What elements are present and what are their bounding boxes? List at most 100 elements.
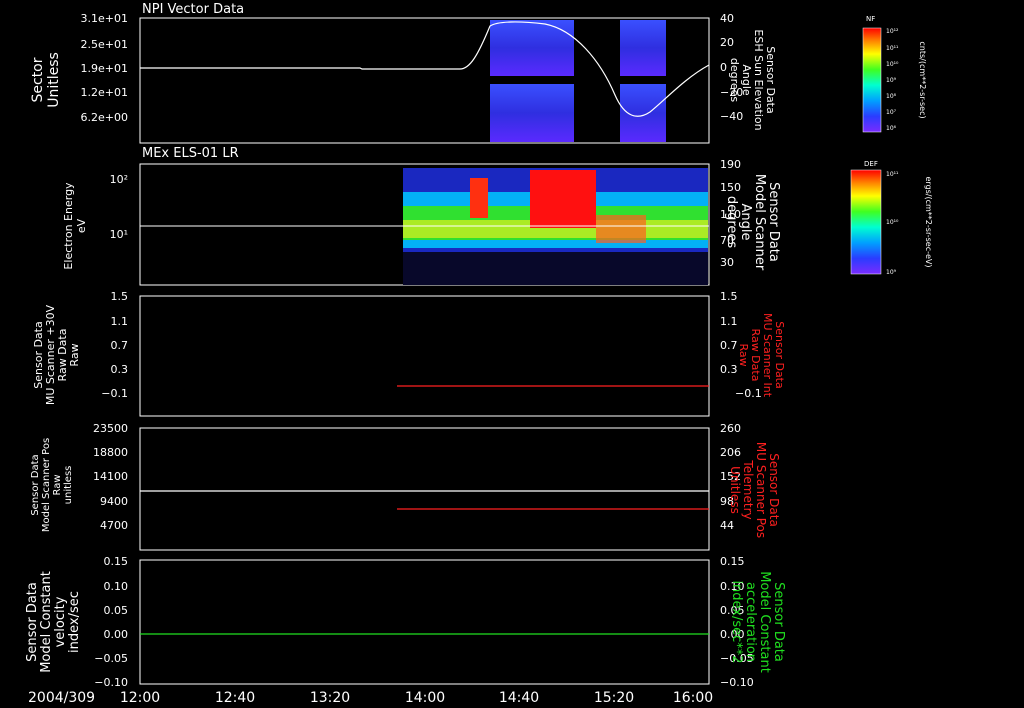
svg-text:10¹¹: 10¹¹ [886, 45, 899, 52]
svg-text:Angle: Angle [738, 204, 753, 241]
plot-canvas: NPI Vector Data 3.1e+01 2.5e+01 1.9e+01 … [25, 2, 933, 706]
svg-text:−0.10: −0.10 [94, 676, 128, 689]
svg-text:0.7: 0.7 [111, 339, 129, 352]
els-spectrogram-band [403, 252, 708, 285]
svg-text:18800: 18800 [93, 446, 128, 459]
tick-label: 3.1e+01 [81, 12, 128, 25]
svg-text:Raw: Raw [737, 343, 750, 366]
svg-text:Model Scanner: Model Scanner [752, 174, 767, 271]
svg-text:23500: 23500 [93, 422, 128, 435]
els-spectrogram-band [530, 170, 596, 228]
svg-text:10²: 10² [110, 173, 128, 186]
tick-label: 14:00 [405, 690, 445, 706]
svg-text:DEF: DEF [864, 160, 878, 168]
svg-text:Sector: Sector [30, 57, 46, 102]
svg-text:Model Scanner Pos: Model Scanner Pos [41, 438, 52, 532]
tick-label: 6.2e+00 [81, 111, 128, 124]
svg-text:Electron Energy: Electron Energy [62, 182, 75, 270]
tick-label: 15:20 [594, 690, 634, 706]
svg-text:−0.1: −0.1 [735, 387, 762, 400]
panel-mu-raw: 1.5 1.1 0.7 0.3 −0.1 1.5 1.1 0.7 0.3 −0.… [32, 290, 786, 417]
panel-npi: NPI Vector Data 3.1e+01 2.5e+01 1.9e+01 … [30, 2, 777, 144]
svg-text:degrees: degrees [724, 196, 739, 249]
svg-text:Model Constant: Model Constant [39, 571, 54, 673]
els-spectrogram-band [470, 178, 488, 218]
svg-text:index/sec: index/sec [67, 591, 82, 653]
tick-label: 2.5e+01 [81, 38, 128, 51]
svg-text:10¹¹: 10¹¹ [886, 171, 899, 178]
panel-els-left-ticks: 10² 10¹ [110, 173, 128, 241]
tick-label: 14:40 [499, 690, 539, 706]
panel-npi-left-ticks: 3.1e+01 2.5e+01 1.9e+01 1.2e+01 6.2e+00 [81, 12, 128, 124]
svg-text:30: 30 [720, 256, 734, 269]
svg-text:10¹: 10¹ [110, 228, 128, 241]
colorbar-def: DEF 10¹¹ 10¹⁰ 10⁹ ergs/(cm**2-sr-sec-eV) [850, 160, 933, 276]
panel-els-title: MEx ELS-01 LR [142, 146, 239, 161]
svg-text:MU Scanner Pos: MU Scanner Pos [754, 442, 768, 538]
tick-label: 20 [720, 36, 734, 49]
npi-spectrogram-block [620, 20, 666, 76]
panel-els-left-label: Electron Energy eV [62, 182, 88, 270]
svg-text:10¹⁰: 10¹⁰ [886, 219, 899, 226]
svg-text:−0.05: −0.05 [94, 652, 128, 665]
svg-text:1.1: 1.1 [111, 315, 129, 328]
svg-text:velocity: velocity [53, 596, 68, 647]
time-axis: 2004/309 12:00 12:40 13:20 14:00 14:40 1… [28, 690, 713, 706]
npi-spectrogram-block [490, 84, 574, 142]
svg-text:206: 206 [720, 446, 741, 459]
svg-text:0.10: 0.10 [104, 580, 129, 593]
svg-text:0.15: 0.15 [104, 555, 129, 568]
svg-text:Sensor Data: Sensor Data [30, 454, 41, 515]
svg-text:acceleration: acceleration [743, 582, 758, 662]
svg-text:Raw: Raw [52, 474, 63, 495]
panel-mu-raw-frame [139, 295, 710, 417]
svg-text:0.00: 0.00 [104, 628, 129, 641]
svg-text:1.5: 1.5 [720, 290, 738, 303]
svg-text:10⁶: 10⁶ [886, 125, 897, 132]
svg-text:cnts/(cm**2-sr-sec): cnts/(cm**2-sr-sec) [918, 41, 927, 118]
svg-text:ergs/(cm**2-sr-sec-eV): ergs/(cm**2-sr-sec-eV) [924, 176, 933, 267]
svg-text:0.15: 0.15 [720, 555, 745, 568]
date-label: 2004/309 [28, 690, 95, 706]
svg-text:Unitless: Unitless [46, 52, 62, 108]
npi-spectrogram-block [490, 20, 574, 76]
svg-text:Sensor Data: Sensor Data [25, 582, 40, 662]
tick-label: 16:00 [673, 690, 713, 706]
tick-label: 40 [720, 12, 734, 25]
svg-text:degrees: degrees [728, 58, 741, 103]
svg-text:10⁹: 10⁹ [886, 269, 897, 276]
svg-text:0.7: 0.7 [720, 339, 738, 352]
svg-text:1.1: 1.1 [720, 315, 738, 328]
svg-text:14100: 14100 [93, 470, 128, 483]
panel-npi-left-label: Sector Unitless [30, 52, 62, 108]
panel-model-constant-frame [139, 559, 710, 685]
svg-text:1.5: 1.5 [111, 290, 129, 303]
panel-scanner-pos-frame [139, 427, 710, 551]
svg-text:−0.1: −0.1 [101, 387, 128, 400]
els-spectrogram-band [596, 215, 646, 243]
svg-text:190: 190 [720, 158, 741, 171]
tick-label: 1.9e+01 [81, 62, 128, 75]
svg-text:Unitless: Unitless [728, 466, 742, 514]
svg-text:NF: NF [866, 15, 875, 23]
plot-window: NPI Vector Data 3.1e+01 2.5e+01 1.9e+01 … [0, 0, 1024, 708]
tick-label: 13:20 [310, 690, 350, 706]
svg-text:0.3: 0.3 [111, 363, 129, 376]
svg-text:0.3: 0.3 [720, 363, 738, 376]
svg-text:0.05: 0.05 [104, 604, 129, 617]
svg-text:10¹⁰: 10¹⁰ [886, 61, 899, 68]
svg-text:index/sec**2: index/sec**2 [729, 580, 744, 663]
tick-label: 1.2e+01 [81, 86, 128, 99]
svg-text:260: 260 [720, 422, 741, 435]
panel-model-constant: 0.15 0.10 0.05 0.00 −0.05 −0.10 0.15 0.1… [25, 555, 786, 689]
svg-text:10¹²: 10¹² [886, 28, 899, 35]
tick-label: −40 [720, 110, 743, 123]
svg-text:10⁷: 10⁷ [886, 109, 897, 116]
svg-text:9400: 9400 [100, 495, 128, 508]
panel-npi-title: NPI Vector Data [142, 2, 244, 17]
svg-text:Sensor Data: Sensor Data [767, 453, 781, 527]
colorbar-nf: NF 10¹² 10¹¹ 10¹⁰ 10⁹ 10⁸ 10⁷ 10⁶ cnts/(… [862, 15, 927, 133]
svg-text:Model Constant: Model Constant [757, 571, 772, 673]
svg-text:Raw: Raw [68, 343, 81, 366]
panel-scanner-pos: 23500 18800 14100 9400 4700 260 206 152 … [30, 422, 781, 551]
